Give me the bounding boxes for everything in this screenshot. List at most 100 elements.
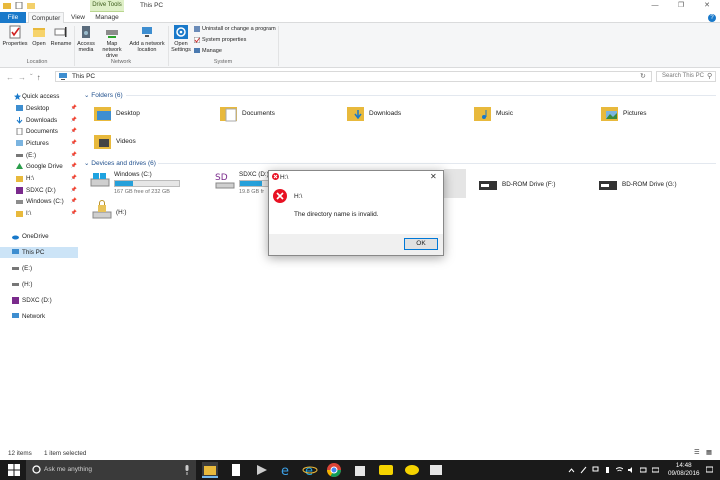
drive-item-windows-c[interactable]: Windows (C:) 167 GB free of 232 GB (90, 170, 210, 198)
chrome-browser-icon[interactable] (326, 462, 342, 478)
pin-icon: 📌 (70, 163, 77, 169)
open-settings-button[interactable]: Open Settings (170, 25, 192, 53)
forward-arrow-icon[interactable]: → (18, 73, 30, 82)
properties-icon[interactable] (15, 1, 23, 10)
drive-item-bd-rom-g[interactable]: BD-ROM Drive (G:) (598, 175, 708, 203)
sidebar-item-h-path[interactable]: H:\ 📌 (0, 173, 78, 184)
ok-button[interactable]: OK (404, 238, 438, 250)
clock[interactable]: 14:48 09/08/2016 (668, 462, 700, 478)
tab-manage[interactable]: Manage (92, 12, 122, 23)
address-bar[interactable] (55, 71, 652, 82)
folder-icon[interactable] (3, 2, 11, 9)
sidebar-item-sdxc[interactable]: SDXC (D:) 📌 (0, 185, 78, 196)
new-folder-icon[interactable] (27, 2, 35, 9)
sd-card-icon: SD (215, 173, 235, 189)
chevron-down-icon[interactable]: ˇ (30, 73, 37, 82)
sidebar-item-downloads[interactable]: Downloads 📌 (0, 115, 78, 126)
access-media-button[interactable]: Access media (76, 25, 96, 53)
drives-section-header[interactable]: ⌄ Devices and drives (6) (84, 159, 156, 167)
kakao-talk-icon[interactable] (404, 462, 420, 478)
close-button[interactable]: ✕ (694, 0, 720, 12)
sidebar-item-drive-e[interactable]: (E:) 📌 (0, 150, 78, 161)
pin-icon: 📌 (70, 152, 77, 158)
wifi-icon[interactable] (615, 466, 624, 474)
ribbon-tabs: File Computer View Manage (0, 12, 720, 24)
folder-item-documents[interactable]: Documents (220, 101, 330, 127)
sidebar-item-network[interactable]: Network (0, 311, 78, 322)
store-taskbar-icon[interactable] (352, 462, 368, 478)
refresh-icon[interactable]: ↻ (640, 72, 646, 80)
folder-item-videos[interactable]: Videos (94, 129, 204, 155)
folders-section-header[interactable]: ⌄ Folders (6) (84, 91, 123, 99)
system-properties-button[interactable]: System properties (194, 37, 246, 43)
chevron-up-icon[interactable] (568, 466, 575, 474)
pin-icon: 📌 (70, 105, 77, 111)
back-arrow-icon[interactable]: ← (6, 73, 18, 82)
error-icon (272, 173, 279, 180)
edge-browser-icon[interactable]: e (278, 462, 294, 479)
minimize-button[interactable]: — (642, 0, 668, 12)
add-network-location-button[interactable]: Add a network location (128, 25, 166, 53)
navigation-buttons: ←→ˇ↑ (6, 73, 45, 82)
folder-item-pictures[interactable]: Pictures (601, 101, 711, 127)
sidebar-item-onedrive[interactable]: OneDrive (0, 231, 78, 242)
large-icons-view-icon[interactable]: ▦ (706, 449, 712, 456)
tab-file[interactable]: File (0, 12, 26, 23)
windows-start-icon[interactable] (8, 464, 20, 476)
sidebar-item-desktop[interactable]: Desktop 📌 (0, 103, 78, 114)
microphone-icon[interactable] (184, 465, 190, 475)
sidebar-item-windows-c[interactable]: Windows (C:) 📌 (0, 196, 78, 207)
sidebar-item-this-pc[interactable]: This PC (0, 247, 78, 258)
sidebar-item-pictures[interactable]: Pictures 📌 (0, 138, 78, 149)
google-drive-icon (16, 163, 23, 169)
network-drive-icon (105, 25, 119, 39)
pen-icon[interactable] (580, 466, 587, 474)
properties-button[interactable]: Properties (2, 25, 28, 47)
chat-app-icon[interactable] (378, 462, 394, 478)
sidebar-item-documents[interactable]: Documents 📌 (0, 126, 78, 137)
volume-icon[interactable] (628, 466, 635, 474)
svg-text:e: e (305, 464, 313, 478)
rename-button[interactable]: Rename (50, 25, 72, 47)
sidebar-item-google-drive[interactable]: Google Drive 📌 (0, 161, 78, 172)
open-button[interactable]: Open (30, 25, 48, 47)
image-viewer-icon[interactable] (428, 462, 444, 478)
usb-icon[interactable] (604, 466, 611, 474)
documents-taskbar-icon[interactable] (228, 462, 244, 478)
file-explorer-taskbar-icon[interactable] (202, 462, 218, 478)
sidebar-item-drive-h[interactable]: (H:) (0, 279, 78, 290)
tab-view[interactable]: View (66, 12, 90, 23)
sidebar-item-i-path[interactable]: I:\ 📌 (0, 208, 78, 219)
drive-item-sdxc-d[interactable]: SD SDXC (D:) 19.8 GB fr (215, 170, 275, 198)
drive-item-bd-rom-f[interactable]: BD-ROM Drive (F:) (478, 175, 588, 203)
uninstall-program-button[interactable]: Uninstall or change a program (194, 26, 276, 32)
navigation-pane: Quick access Desktop 📌 Downloads 📌 Documen… (0, 86, 82, 446)
help-icon[interactable]: ? (708, 14, 716, 22)
sidebar-item-quick-access[interactable]: Quick access (0, 91, 78, 102)
open-folder-icon (32, 25, 46, 39)
folder-item-downloads[interactable]: Downloads (347, 101, 457, 127)
manage-button[interactable]: Manage (194, 48, 222, 54)
keyboard-icon[interactable] (651, 466, 660, 474)
desktop-folder-icon (94, 107, 111, 121)
sidebar-item-sdxc[interactable]: SDXC (D:) (0, 295, 78, 306)
details-view-icon[interactable]: ☰ (694, 449, 700, 456)
dialog-close-button[interactable]: ✕ (430, 172, 437, 181)
sidebar-item-drive-e[interactable]: (E:) (0, 263, 78, 274)
drive-item-h[interactable]: (H:) (92, 200, 192, 228)
folder-item-music[interactable]: Music (474, 101, 584, 127)
maximize-button[interactable]: ❐ (668, 0, 694, 12)
internet-explorer-icon[interactable]: e (302, 462, 318, 479)
folder-item-desktop[interactable]: Desktop (94, 101, 204, 127)
address-path: This PC (72, 73, 96, 80)
pin-icon: 📌 (70, 128, 77, 134)
taskbar-search-placeholder: Ask me anything (44, 466, 93, 473)
network-icon[interactable] (592, 466, 599, 474)
media-taskbar-icon[interactable] (254, 462, 270, 478)
map-network-drive-button[interactable]: Map network drive (97, 25, 127, 59)
up-arrow-icon[interactable]: ↑ (37, 73, 45, 82)
folder-icon (16, 176, 23, 182)
notifications-icon[interactable] (705, 466, 714, 474)
battery-icon[interactable] (639, 466, 647, 474)
sd-card-icon (16, 187, 23, 194)
